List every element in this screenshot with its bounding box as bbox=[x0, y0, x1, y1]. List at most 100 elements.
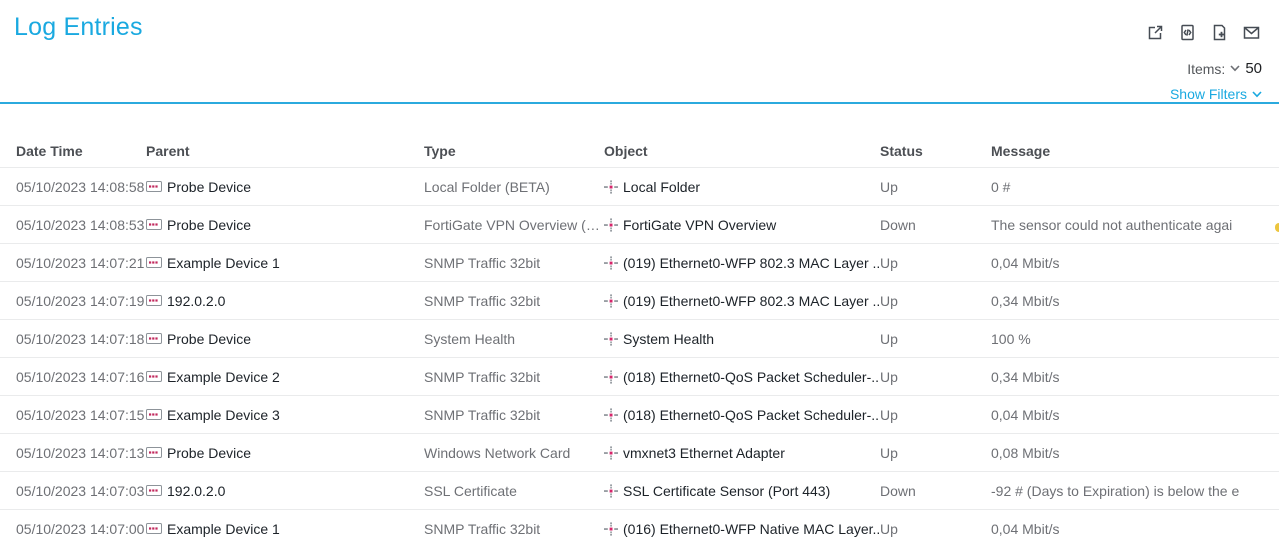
table-row: 05/10/2023 14:08:58 Probe Device Local F… bbox=[0, 168, 1279, 206]
device-icon bbox=[146, 181, 162, 192]
device-icon bbox=[146, 295, 162, 306]
parent-device-link[interactable]: Probe Device bbox=[167, 331, 251, 347]
parent-device-link[interactable]: 192.0.2.0 bbox=[167, 293, 225, 309]
device-icon bbox=[146, 333, 162, 344]
items-label: Items: bbox=[1187, 61, 1225, 77]
device-icon bbox=[146, 447, 162, 458]
table-body: 05/10/2023 14:08:58 Probe Device Local F… bbox=[0, 168, 1279, 543]
parent-device-link[interactable]: Example Device 1 bbox=[167, 255, 280, 271]
message-text: 0,04 Mbit/s bbox=[991, 255, 1279, 271]
items-count: 50 bbox=[1245, 60, 1262, 77]
sensor-type: Local Folder (BETA) bbox=[424, 179, 604, 195]
log-datetime: 05/10/2023 14:07:19 bbox=[0, 293, 146, 309]
column-header-parent[interactable]: Parent bbox=[146, 143, 424, 159]
status-text: Down bbox=[880, 217, 991, 233]
device-icon bbox=[146, 485, 162, 496]
log-datetime: 05/10/2023 14:07:16 bbox=[0, 369, 146, 385]
object-sensor-link[interactable]: (018) Ethernet0-QoS Packet Scheduler-... bbox=[623, 369, 880, 385]
log-entries-page: Log Entries Items: 50 Show Filters bbox=[0, 0, 1279, 543]
message-text: 0,34 Mbit/s bbox=[991, 293, 1279, 309]
object-sensor-link[interactable]: (016) Ethernet0-WFP Native MAC Layer... bbox=[623, 521, 880, 537]
message-text: 0,08 Mbit/s bbox=[991, 445, 1279, 461]
table-row: 05/10/2023 14:08:53 Probe Device FortiGa… bbox=[0, 206, 1279, 244]
table-row: 05/10/2023 14:07:03 192.0.2.0 SSL Certif… bbox=[0, 472, 1279, 510]
table-row: 05/10/2023 14:07:19 192.0.2.0 SNMP Traff… bbox=[0, 282, 1279, 320]
object-sensor-link[interactable]: vmxnet3 Ethernet Adapter bbox=[623, 445, 785, 461]
open-external-icon[interactable] bbox=[1146, 23, 1165, 42]
parent-device-link[interactable]: Example Device 3 bbox=[167, 407, 280, 423]
sensor-type: Windows Network Card bbox=[424, 445, 604, 461]
column-header-status[interactable]: Status bbox=[880, 143, 991, 159]
sensor-icon bbox=[604, 522, 618, 536]
status-text: Up bbox=[880, 407, 991, 423]
sensor-type: SNMP Traffic 32bit bbox=[424, 369, 604, 385]
column-header-type[interactable]: Type bbox=[424, 143, 604, 159]
message-text: 100 % bbox=[991, 331, 1279, 347]
chevron-down-icon bbox=[1252, 91, 1262, 98]
items-per-page[interactable]: Items: 50 bbox=[1187, 60, 1262, 77]
table-row: 05/10/2023 14:07:15 Example Device 3 SNM… bbox=[0, 396, 1279, 434]
status-text: Up bbox=[880, 369, 991, 385]
status-text: Up bbox=[880, 293, 991, 309]
device-icon bbox=[146, 371, 162, 382]
object-sensor-link[interactable]: SSL Certificate Sensor (Port 443) bbox=[623, 483, 830, 499]
log-datetime: 05/10/2023 14:07:00 bbox=[0, 521, 146, 537]
sensor-icon bbox=[604, 446, 618, 460]
object-sensor-link[interactable]: (019) Ethernet0-WFP 802.3 MAC Layer ... bbox=[623, 293, 880, 309]
table-row: 05/10/2023 14:07:18 Probe Device System … bbox=[0, 320, 1279, 358]
status-text: Down bbox=[880, 483, 991, 499]
log-datetime: 05/10/2023 14:08:53 bbox=[0, 217, 146, 233]
sensor-icon bbox=[604, 218, 618, 232]
header-toolbar bbox=[1146, 23, 1261, 42]
log-datetime: 05/10/2023 14:07:15 bbox=[0, 407, 146, 423]
sensor-type: SNMP Traffic 32bit bbox=[424, 521, 604, 537]
sensor-type: System Health bbox=[424, 331, 604, 347]
column-header-date-time[interactable]: Date Time bbox=[0, 143, 146, 159]
status-text: Up bbox=[880, 445, 991, 461]
object-sensor-link[interactable]: System Health bbox=[623, 331, 714, 347]
message-text: 0,04 Mbit/s bbox=[991, 521, 1279, 537]
message-text: The sensor could not authenticate agai bbox=[991, 217, 1279, 233]
parent-device-link[interactable]: Probe Device bbox=[167, 217, 251, 233]
table-row: 05/10/2023 14:07:21 Example Device 1 SNM… bbox=[0, 244, 1279, 282]
status-text: Up bbox=[880, 179, 991, 195]
sensor-icon bbox=[604, 484, 618, 498]
message-text: 0,04 Mbit/s bbox=[991, 407, 1279, 423]
sensor-icon bbox=[604, 408, 618, 422]
table-row: 05/10/2023 14:07:16 Example Device 2 SNM… bbox=[0, 358, 1279, 396]
parent-device-link[interactable]: 192.0.2.0 bbox=[167, 483, 225, 499]
sensor-type: SNMP Traffic 32bit bbox=[424, 407, 604, 423]
message-text: 0 # bbox=[991, 179, 1279, 195]
message-text: -92 # (Days to Expiration) is below the … bbox=[991, 483, 1279, 499]
status-text: Up bbox=[880, 255, 991, 271]
add-file-icon[interactable] bbox=[1210, 23, 1229, 42]
object-sensor-link[interactable]: Local Folder bbox=[623, 179, 700, 195]
parent-device-link[interactable]: Probe Device bbox=[167, 179, 251, 195]
log-datetime: 05/10/2023 14:08:58 bbox=[0, 179, 146, 195]
log-entries-table: Date Time Parent Type Object Status Mess… bbox=[0, 134, 1279, 543]
device-icon bbox=[146, 409, 162, 420]
sensor-icon bbox=[604, 256, 618, 270]
parent-device-link[interactable]: Example Device 1 bbox=[167, 521, 280, 537]
object-sensor-link[interactable]: (018) Ethernet0-QoS Packet Scheduler-... bbox=[623, 407, 880, 423]
status-text: Up bbox=[880, 521, 991, 537]
sensor-icon bbox=[604, 180, 618, 194]
status-text: Up bbox=[880, 331, 991, 347]
column-header-object[interactable]: Object bbox=[604, 143, 880, 159]
log-datetime: 05/10/2023 14:07:13 bbox=[0, 445, 146, 461]
sensor-type: SNMP Traffic 32bit bbox=[424, 255, 604, 271]
page-header: Log Entries Items: 50 Show Filters bbox=[0, 0, 1279, 103]
table-header-row: Date Time Parent Type Object Status Mess… bbox=[0, 134, 1279, 168]
log-datetime: 05/10/2023 14:07:21 bbox=[0, 255, 146, 271]
message-text: 0,34 Mbit/s bbox=[991, 369, 1279, 385]
object-sensor-link[interactable]: (019) Ethernet0-WFP 802.3 MAC Layer ... bbox=[623, 255, 880, 271]
sensor-icon bbox=[604, 332, 618, 346]
show-filters-toggle[interactable]: Show Filters bbox=[1170, 86, 1262, 102]
parent-device-link[interactable]: Probe Device bbox=[167, 445, 251, 461]
email-icon[interactable] bbox=[1242, 23, 1261, 42]
column-header-message[interactable]: Message bbox=[991, 143, 1279, 159]
object-sensor-link[interactable]: FortiGate VPN Overview bbox=[623, 217, 776, 233]
table-row: 05/10/2023 14:07:13 Probe Device Windows… bbox=[0, 434, 1279, 472]
code-file-icon[interactable] bbox=[1178, 23, 1197, 42]
parent-device-link[interactable]: Example Device 2 bbox=[167, 369, 280, 385]
